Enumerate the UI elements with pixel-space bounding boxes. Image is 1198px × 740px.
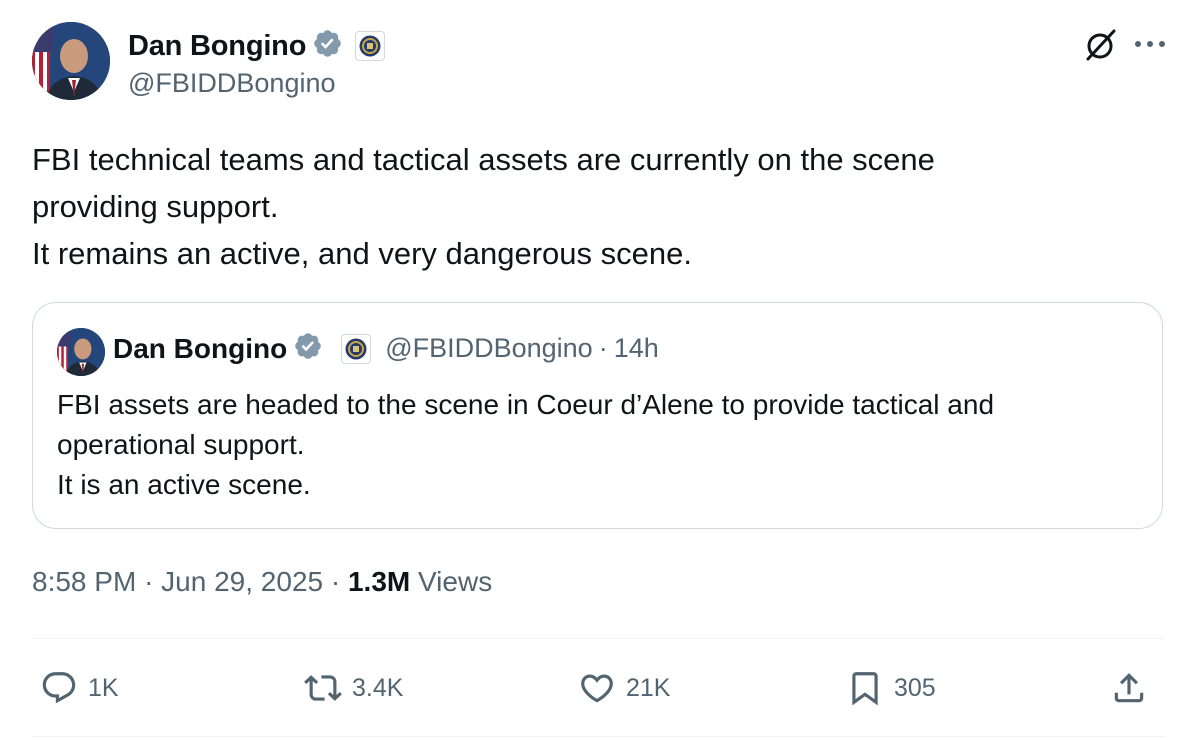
tweet-text-line: It remains an active, and very dangerous… xyxy=(32,236,692,271)
heart-icon xyxy=(581,674,613,703)
quoted-author-name: Dan Bongino xyxy=(113,332,288,364)
like-button[interactable]: 21K xyxy=(578,660,670,716)
fbi-seal-icon xyxy=(341,333,372,364)
reply-button[interactable]: 1K xyxy=(40,660,119,716)
divider xyxy=(32,638,1164,639)
grok-button[interactable] xyxy=(1080,24,1122,66)
meta-separator: · xyxy=(144,566,154,597)
author-avatar[interactable] xyxy=(32,22,110,100)
views-count[interactable]: 1.3M xyxy=(348,566,410,597)
fbi-seal-icon[interactable] xyxy=(355,31,386,61)
bookmark-count: 305 xyxy=(894,673,936,702)
share-button[interactable] xyxy=(1110,660,1148,716)
action-bar: 1K 3.4K 21K 305 xyxy=(32,660,1164,716)
quoted-handle: @FBIDDBongino xyxy=(385,333,593,363)
tweet-time[interactable]: 8:58 PM xyxy=(32,566,136,597)
quoted-timestamp: 14h xyxy=(613,333,659,363)
tweet-date[interactable]: Jun 29, 2025 xyxy=(161,566,323,597)
author-handle[interactable]: @FBIDDBongino xyxy=(128,68,336,99)
reply-count: 1K xyxy=(88,673,119,702)
meta-separator: · xyxy=(330,566,341,597)
more-button[interactable] xyxy=(1132,28,1168,60)
bookmark-icon xyxy=(852,672,878,706)
quoted-text-line: It is an active scene. xyxy=(57,469,311,500)
tweet-meta: 8:58 PM · Jun 29, 2025 · 1.3M Views xyxy=(32,566,492,598)
bookmark-button[interactable]: 305 xyxy=(846,660,936,716)
like-count: 21K xyxy=(626,673,671,702)
tweet-text: FBI technical teams and tactical assets … xyxy=(32,136,1162,277)
views-label: Views xyxy=(418,566,493,597)
tweet-text-line: FBI technical teams and tactical assets … xyxy=(32,142,935,177)
tweet-header: Dan Bongino @FBIDDBongino xyxy=(32,22,1168,104)
quoted-header: Dan Bongino @FBIDDBongino · 14h xyxy=(113,331,659,366)
quoted-text: FBI assets are headed to the scene in Co… xyxy=(57,385,994,505)
repost-count: 3.4K xyxy=(352,673,404,702)
reply-icon xyxy=(42,672,76,704)
verified-badge-icon xyxy=(312,28,343,64)
quoted-author-avatar xyxy=(57,328,105,376)
tweet-text-line: providing support. xyxy=(32,189,279,224)
more-icon xyxy=(1135,41,1165,47)
repost-button[interactable]: 3.4K xyxy=(304,660,403,716)
divider xyxy=(32,736,1164,737)
share-icon xyxy=(1114,673,1144,703)
quoted-tweet[interactable]: Dan Bongino @FBIDDBongino · 14h FBI asse… xyxy=(32,302,1163,529)
quoted-text-line: operational support. xyxy=(57,429,305,460)
author-name[interactable]: Dan Bongino xyxy=(128,30,306,63)
verified-badge-icon xyxy=(293,331,323,366)
quoted-text-line: FBI assets are headed to the scene in Co… xyxy=(57,389,995,420)
repost-icon xyxy=(304,675,342,701)
quoted-separator: · xyxy=(598,333,608,363)
grok-icon xyxy=(1086,29,1116,61)
